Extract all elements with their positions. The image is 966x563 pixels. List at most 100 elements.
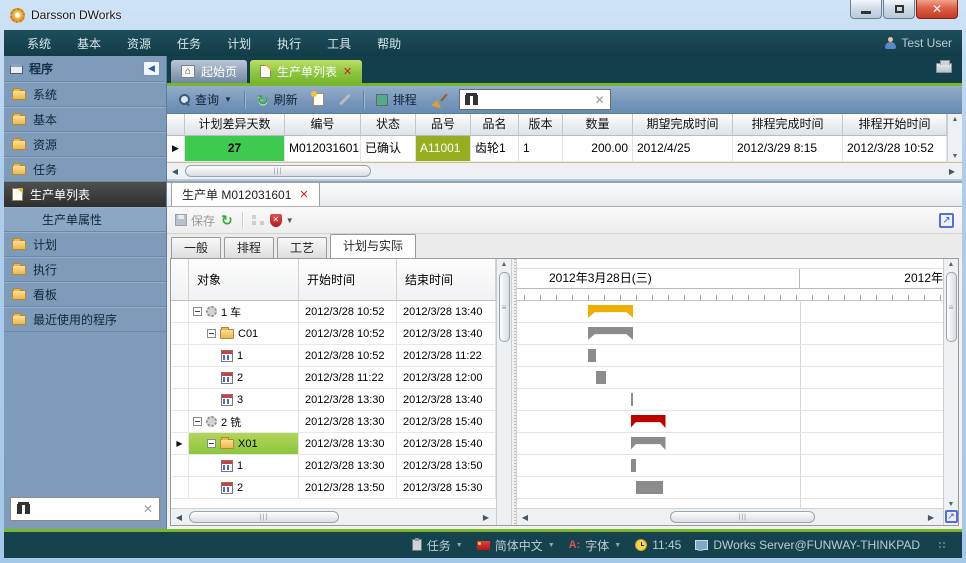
gantt-bar-8[interactable]: [631, 459, 636, 472]
toolbar-search-input[interactable]: [483, 93, 590, 107]
tab-close-icon[interactable]: ✕: [343, 65, 352, 78]
gantt-bar-6[interactable]: [631, 415, 666, 428]
status-font[interactable]: A:字体▼: [569, 537, 622, 554]
new-button[interactable]: [307, 90, 330, 109]
query-button[interactable]: 查询 ▼: [173, 88, 238, 111]
column-header-2[interactable]: 编号: [285, 114, 361, 136]
column-header-7[interactable]: 数量: [563, 114, 633, 136]
tree-row-5[interactable]: 32012/3/28 13:302012/3/28 13:40: [171, 389, 496, 411]
tree-node[interactable]: X01: [189, 433, 299, 454]
column-header-9[interactable]: 排程完成时间: [733, 114, 843, 136]
gantt-bar-3[interactable]: [588, 349, 596, 362]
sidebar-item-task[interactable]: 任务: [4, 157, 166, 182]
gantt-horizontal-scrollbar[interactable]: ◀ ||| ▶: [517, 508, 943, 525]
expander-icon[interactable]: [193, 417, 202, 426]
menu-tools[interactable]: 工具: [314, 37, 364, 51]
tree-node[interactable]: 3: [189, 389, 299, 410]
order-cell-4[interactable]: A11001: [416, 136, 471, 162]
scroll-left-icon[interactable]: ◀: [517, 513, 533, 522]
detail-tab-process[interactable]: 工艺: [277, 237, 327, 258]
tree-row-6[interactable]: 2 铣2012/3/28 13:302012/3/28 15:40: [171, 411, 496, 433]
menu-help[interactable]: 帮助: [364, 37, 414, 51]
scroll-left-icon[interactable]: ◀: [171, 513, 187, 522]
column-header-10[interactable]: 排程开始时间: [843, 114, 947, 136]
flow-button[interactable]: [252, 215, 264, 225]
grid-horizontal-scrollbar[interactable]: ◀ ||| ▶: [167, 162, 962, 179]
gantt-bar-7[interactable]: [631, 437, 666, 450]
column-header-8[interactable]: 期望完成时间: [633, 114, 733, 136]
menu-basic[interactable]: 基本: [64, 37, 114, 51]
scroll-right-icon[interactable]: ▶: [944, 167, 960, 176]
gantt-bar-4[interactable]: [596, 371, 606, 384]
column-header-1[interactable]: 计划差异天数: [185, 114, 285, 136]
order-row[interactable]: ▶27M012031601已确认A11001齿轮11200.002012/4/2…: [167, 136, 947, 162]
tree-row-8[interactable]: 12012/3/28 13:302012/3/28 13:50: [171, 455, 496, 477]
tree-node[interactable]: 2 铣: [189, 411, 299, 432]
tree-row-9[interactable]: 22012/3/28 13:502012/3/28 15:30: [171, 477, 496, 499]
detail-tab-plan-vs-actual[interactable]: 计划与实际: [330, 234, 416, 258]
gantt-bar-2[interactable]: [588, 327, 633, 340]
sidebar-search-clear-icon[interactable]: ✕: [143, 502, 153, 516]
menu-execute[interactable]: 执行: [264, 37, 314, 51]
status-task-mode[interactable]: 任务▼: [412, 537, 463, 554]
scroll-down-icon[interactable]: ▼: [952, 153, 959, 160]
grid-vertical-scrollbar[interactable]: ▲ ▼: [947, 114, 962, 162]
tree-row-3[interactable]: 12012/3/28 10:522012/3/28 11:22: [171, 345, 496, 367]
tab-production-order-list[interactable]: 生产单列表✕: [250, 60, 362, 83]
tree-row-1[interactable]: 1 车2012/3/28 10:522012/3/28 13:40: [171, 301, 496, 323]
clear-schedule-button[interactable]: [426, 90, 452, 110]
order-cell-7[interactable]: 200.00: [563, 136, 633, 162]
gantt-expand-icon[interactable]: ↗: [945, 510, 958, 523]
stop-dropdown-caret[interactable]: ▼: [286, 216, 294, 225]
printer-icon[interactable]: [936, 63, 952, 73]
order-cell-5[interactable]: 齿轮1: [471, 136, 519, 162]
tree-hscroll-thumb[interactable]: |||: [189, 511, 339, 523]
tree-vertical-scrollbar[interactable]: ▲ ≡: [496, 259, 511, 525]
scroll-down-icon[interactable]: ▼: [948, 501, 955, 508]
expander-icon[interactable]: [207, 439, 216, 448]
query-dropdown-caret[interactable]: ▼: [224, 95, 232, 104]
tree-node[interactable]: 1 车: [189, 301, 299, 322]
tree-vscroll-thumb[interactable]: ≡: [499, 272, 510, 342]
tree-column-header-2[interactable]: 开始时间: [299, 259, 397, 301]
order-cell-8[interactable]: 2012/4/25: [633, 136, 733, 162]
scroll-up-icon[interactable]: ▲: [948, 261, 955, 268]
tree-node[interactable]: 1: [189, 345, 299, 366]
scroll-right-icon[interactable]: ▶: [478, 513, 494, 522]
detail-document-tab[interactable]: 生产单 M012031601 ✕: [171, 182, 320, 206]
detail-refresh-button[interactable]: ↻: [221, 214, 233, 226]
gantt-hscroll-thumb[interactable]: |||: [670, 511, 815, 523]
minimize-button[interactable]: [850, 0, 882, 19]
resize-grip[interactable]: [938, 541, 946, 549]
sidebar-item-plan[interactable]: 计划: [4, 232, 166, 257]
sidebar-item-execute[interactable]: 执行: [4, 257, 166, 282]
tree-node[interactable]: 2: [189, 477, 299, 498]
dropdown-caret-icon[interactable]: ▼: [614, 542, 621, 549]
scroll-up-icon[interactable]: ▲: [501, 261, 508, 268]
tree-column-header-1[interactable]: 对象: [189, 259, 299, 301]
refresh-button[interactable]: ↻ 刷新: [251, 88, 304, 111]
toolbar-search-clear-icon[interactable]: ✕: [595, 93, 605, 107]
user-menu[interactable]: Test User: [885, 36, 952, 50]
sidebar-item-kanban[interactable]: 看板: [4, 282, 166, 307]
menu-task[interactable]: 任务: [164, 37, 214, 51]
gantt-vscroll-thumb[interactable]: ≡: [946, 272, 957, 342]
column-header-3[interactable]: 状态: [361, 114, 416, 136]
menu-system[interactable]: 系统: [14, 37, 64, 51]
column-header-5[interactable]: 品名: [471, 114, 519, 136]
tree-node[interactable]: 1: [189, 455, 299, 476]
order-cell-6[interactable]: 1: [519, 136, 563, 162]
popout-icon[interactable]: ↗: [939, 213, 954, 228]
tree-row-7[interactable]: ▶X012012/3/28 13:302012/3/28 15:40: [171, 433, 496, 455]
tree-horizontal-scrollbar[interactable]: ◀ ||| ▶: [171, 508, 496, 525]
order-cell-2[interactable]: M012031601: [285, 136, 361, 162]
column-header-4[interactable]: 品号: [416, 114, 471, 136]
sidebar-collapse-button[interactable]: ◀: [143, 61, 160, 76]
column-header-6[interactable]: 版本: [519, 114, 563, 136]
maximize-button[interactable]: [883, 0, 915, 19]
sidebar-search-input[interactable]: [36, 502, 137, 516]
tab-home-page[interactable]: ⌂起始页: [171, 60, 247, 83]
order-cell-3[interactable]: 已确认: [361, 136, 416, 162]
tree-row-2[interactable]: C012012/3/28 10:522012/3/28 13:40: [171, 323, 496, 345]
row-selector[interactable]: ▶: [167, 136, 185, 162]
